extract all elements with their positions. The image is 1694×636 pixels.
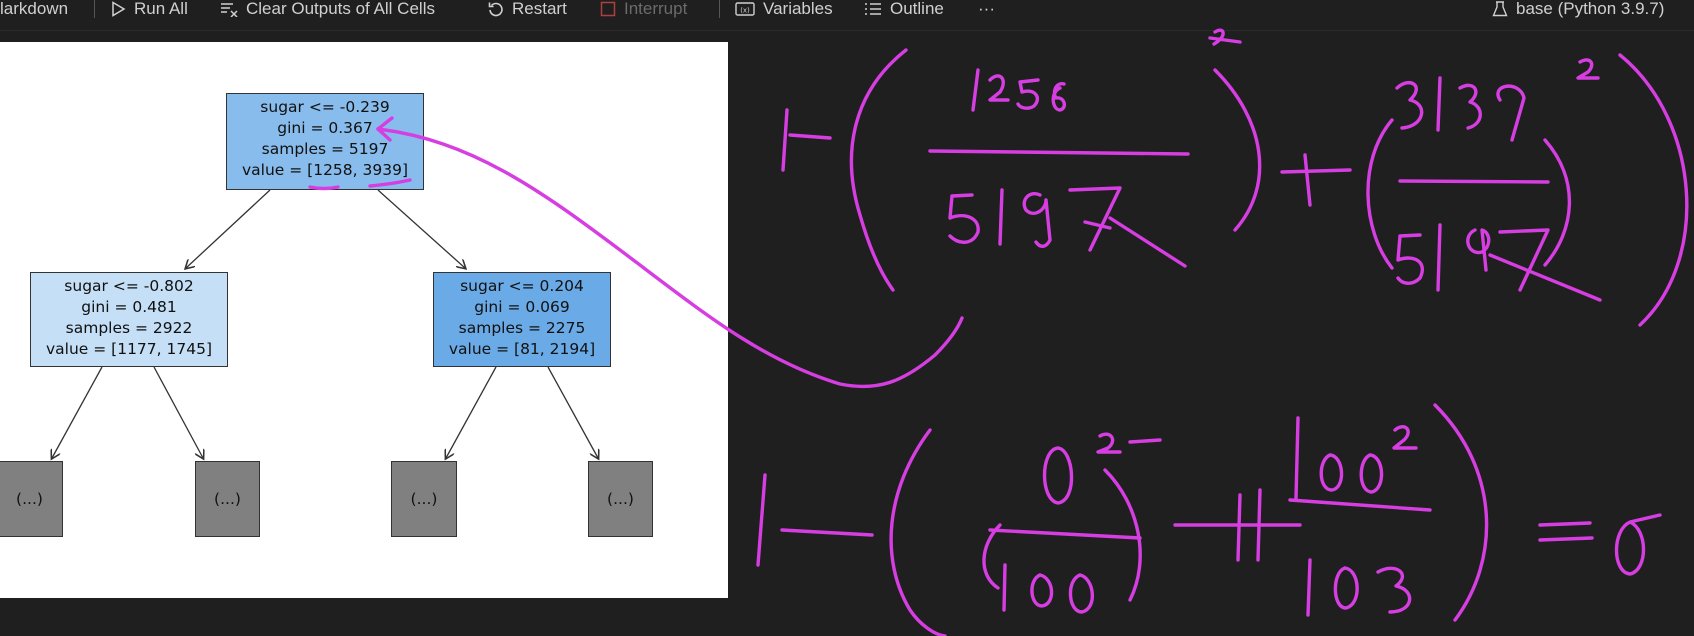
- clear-outputs-button[interactable]: Clear Outputs of All Cells: [220, 0, 435, 18]
- notebook-toolbar: larkdown Run All Clear Outputs of All Ce…: [0, 0, 1694, 31]
- node-value-label: value = [1258, 3939]: [241, 161, 409, 179]
- node-samples-label: samples = 2275: [458, 319, 586, 337]
- restart-label: Restart: [512, 0, 567, 18]
- run-all-label: Run All: [134, 0, 188, 18]
- stop-icon: [600, 1, 616, 17]
- tree-edge: [153, 366, 203, 458]
- tree-edge: [186, 189, 271, 268]
- tree-leaf-truncated: (...): [195, 461, 260, 537]
- more-actions-button[interactable]: ···: [978, 0, 995, 18]
- variables-icon: (x): [735, 1, 755, 17]
- node-samples-label: samples = 5197: [261, 140, 389, 158]
- tree-edge: [547, 366, 598, 458]
- clear-outputs-label: Clear Outputs of All Cells: [246, 0, 435, 18]
- node-split-label: sugar <= 0.204: [460, 277, 584, 295]
- tree-node-root: sugar <= -0.239 gini = 0.367 samples = 5…: [226, 93, 424, 190]
- outline-button[interactable]: Outline: [864, 0, 944, 18]
- restart-button[interactable]: Restart: [488, 0, 567, 18]
- kernel-icon: [1492, 1, 1508, 17]
- variables-button[interactable]: (x) Variables: [735, 0, 833, 18]
- kernel-picker[interactable]: base (Python 3.9.7): [1492, 0, 1664, 18]
- node-samples-label: samples = 2922: [65, 319, 193, 337]
- variables-label: Variables: [763, 0, 833, 18]
- node-gini-label: gini = 0.367: [277, 119, 373, 137]
- clear-all-icon: [220, 1, 238, 17]
- node-split-label: sugar <= -0.239: [260, 98, 390, 116]
- tree-leaf-truncated: (...): [588, 461, 653, 537]
- interrupt-button[interactable]: Interrupt: [600, 0, 687, 18]
- more-icon: ···: [978, 0, 995, 18]
- kernel-label: base (Python 3.9.7): [1516, 0, 1665, 18]
- toolbar-divider: [719, 0, 720, 18]
- cell-output-image: sugar <= -0.239 gini = 0.367 samples = 5…: [0, 42, 728, 598]
- node-gini-label: gini = 0.069: [474, 298, 570, 316]
- node-value-label: value = [81, 2194]: [448, 340, 596, 358]
- toolbar-divider: [94, 0, 95, 18]
- tree-leaf-truncated: (...): [391, 461, 457, 537]
- tree-node-left: sugar <= -0.802 gini = 0.481 samples = 2…: [30, 272, 228, 367]
- run-all-icon: [110, 1, 126, 17]
- node-gini-label: gini = 0.481: [81, 298, 177, 316]
- node-value-label: value = [1177, 1745]: [45, 340, 213, 358]
- restart-icon: [488, 1, 504, 17]
- markdown-button[interactable]: larkdown: [0, 0, 68, 18]
- markdown-label: larkdown: [0, 0, 69, 18]
- interrupt-label: Interrupt: [624, 0, 688, 18]
- svg-text:(x): (x): [740, 7, 750, 15]
- tree-edge: [446, 366, 497, 458]
- tree-edge: [52, 366, 103, 458]
- tree-node-right: sugar <= 0.204 gini = 0.069 samples = 22…: [433, 272, 611, 367]
- outline-icon: [864, 1, 882, 17]
- run-all-button[interactable]: Run All: [110, 0, 188, 18]
- tree-edge: [377, 189, 465, 268]
- outline-label: Outline: [890, 0, 944, 18]
- node-split-label: sugar <= -0.802: [64, 277, 194, 295]
- tree-leaf-truncated: (...): [0, 461, 63, 537]
